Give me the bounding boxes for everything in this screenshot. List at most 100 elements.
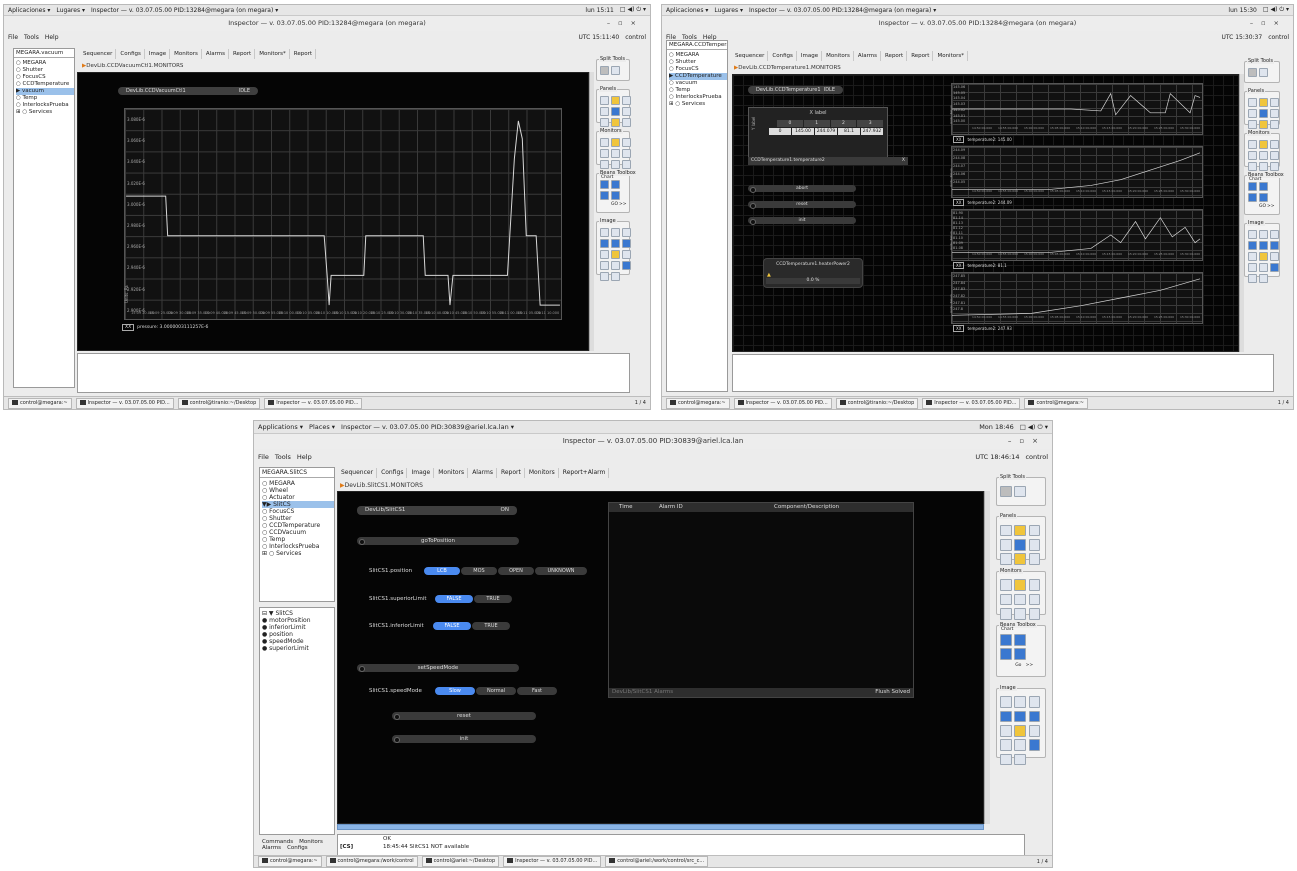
option-slow[interactable]: Slow [435,687,475,695]
tool-icon[interactable] [1000,539,1012,551]
option-false[interactable]: FALSE [435,595,473,603]
taskbar-item[interactable]: control@tiranio:~/Desktop [177,397,261,409]
tool-icon[interactable] [600,149,609,158]
tool-icon[interactable] [600,66,609,75]
tool-icon[interactable] [611,118,620,127]
menu-file[interactable]: File [258,453,269,461]
tab-monitors[interactable]: Monitors* [934,51,968,61]
tool-icon[interactable] [1000,579,1012,592]
tool-icon[interactable] [1259,274,1268,283]
tool-icon[interactable] [1014,648,1026,660]
tree-item[interactable]: ○ CCDTemperature [262,522,334,529]
workspace-indicator[interactable]: 1 / 4 [1037,859,1048,865]
tree-item[interactable]: ○ Temp [262,536,334,543]
tool-icon[interactable] [1014,710,1026,723]
init-button[interactable]: init [748,217,856,225]
temperature-plot[interactable]: 145.06 145.05 145.04 145.03 145.02 145.01 145.… [949,83,1203,135]
tool-icon[interactable] [1014,579,1026,592]
temperature-plot[interactable]: 247.85 247.84 247.83 247.82 247.81 247.8 14:50… [949,272,1203,324]
taskbar-item[interactable]: control@megara:/work/control [325,856,418,867]
tool-icon[interactable] [1259,182,1268,191]
tool-icon[interactable] [1259,162,1268,171]
tab-image[interactable]: Image [146,49,171,59]
tool-icon[interactable] [1248,252,1257,261]
tool-icon[interactable] [600,160,609,169]
more-button[interactable]: >> [1267,204,1275,209]
tool-icon[interactable] [1259,140,1268,149]
tool-icon[interactable] [1270,252,1279,261]
taskbar-item[interactable]: control@ariel:~/Desktop [421,856,500,867]
left-tab-alarms[interactable]: Alarms [262,845,281,851]
tool-icon[interactable] [622,107,631,116]
tool-icon[interactable] [1259,109,1268,118]
tree-item[interactable]: ▶ vacuum [16,88,74,95]
workspace-indicator[interactable]: 1 / 4 [635,400,646,406]
tree-item[interactable]: ○ Actuator [262,494,334,501]
reset-button[interactable]: reset [392,712,536,720]
superior-limit-selector[interactable]: FALSE TRUE [435,595,512,603]
horizontal-scrollbar[interactable] [337,824,984,830]
tree-item[interactable]: ○ CCDTemperature [16,81,74,88]
option-mos[interactable]: MOS [461,567,497,575]
tab-configs[interactable]: Configs [769,51,797,61]
option-unknown[interactable]: UNKNOWN [535,567,587,575]
go-button[interactable]: Go [1015,663,1021,668]
tool-icon[interactable] [1248,98,1257,107]
more-button[interactable]: >> [619,202,627,207]
tool-icon[interactable] [600,138,609,147]
tool-icon[interactable] [1248,241,1257,250]
alarm-column-header[interactable]: Time [619,503,632,512]
places-menu[interactable]: Lugares ▾ [714,7,743,14]
tool-icon[interactable] [611,66,620,75]
tab-report+alarm[interactable]: Report+Alarm [560,468,610,478]
tool-icon[interactable] [1014,739,1026,751]
window-controls[interactable]: –▫× [1008,434,1046,449]
places-menu[interactable]: Lugares ▾ [56,7,85,14]
set-speed-mode-button[interactable]: setSpeedMode [357,664,519,672]
tool-icon[interactable] [1000,753,1012,766]
tool-icon[interactable] [1259,151,1268,160]
tool-icon[interactable] [1000,607,1012,620]
window-menu[interactable]: Inspector — v. 03.07.05.00 PID:13284@meg… [749,7,936,14]
system-tree[interactable]: ○ MEGARA ○ Wheel ○ Actuator ▼▶ SlitCS ○ … [262,480,334,557]
tab-report[interactable]: Report [908,51,934,61]
option-lcb[interactable]: LCB [424,567,460,575]
tool-icon[interactable] [600,107,609,116]
taskbar-item[interactable]: Inspector — v. 03.07.05.00 PID... [75,397,174,409]
taskbar-item[interactable]: Inspector — v. 03.07.05.00 PID... [922,397,1021,409]
tool-icon[interactable] [622,138,631,147]
tool-icon[interactable] [1014,593,1026,606]
tab-image[interactable]: Image [798,51,823,61]
flush-solved-button[interactable]: Flush Solved [875,688,910,697]
tool-icon[interactable] [1014,696,1026,709]
tool-icon[interactable] [611,96,620,105]
tool-icon[interactable] [1270,230,1279,239]
tool-icon[interactable] [1259,230,1268,239]
tool-icon[interactable] [622,250,631,259]
tab-monitors[interactable]: Monitors [526,468,559,478]
tab-configs[interactable]: Configs [117,49,145,59]
tool-icon[interactable] [1014,633,1026,646]
tool-icon[interactable] [1014,539,1026,551]
tool-icon[interactable] [600,239,609,248]
menu-file[interactable]: File [8,34,18,41]
tool-icon[interactable] [600,191,609,200]
system-tree[interactable]: ○ MEGARA ○ Shutter ○ FocusCS ○ CCDTemper… [16,60,74,116]
system-icons[interactable]: □ ◀) ⏻ ▾ [1263,6,1289,14]
tool-icon[interactable] [622,160,631,169]
menu-tools[interactable]: Tools [24,34,39,41]
tree-item[interactable]: ▶ CCDTemperature [669,73,727,80]
taskbar-item[interactable]: control@megara:~ [666,397,730,409]
tab-monitors[interactable]: Monitors [823,51,854,61]
tab-sequencer[interactable]: Sequencer [80,49,117,59]
tool-icon[interactable] [1000,648,1012,660]
tool-icon[interactable] [600,261,609,270]
tool-icon[interactable] [1028,607,1041,620]
window-controls[interactable]: –▫× [607,16,644,31]
tool-icon[interactable] [622,239,631,248]
go-button[interactable]: GO [1259,204,1266,209]
tab-alarms[interactable]: Alarms [203,49,229,59]
tool-icon[interactable] [1028,593,1041,606]
tool-icon[interactable] [600,180,609,189]
tree-item[interactable]: ○ FocusCS [16,74,74,81]
